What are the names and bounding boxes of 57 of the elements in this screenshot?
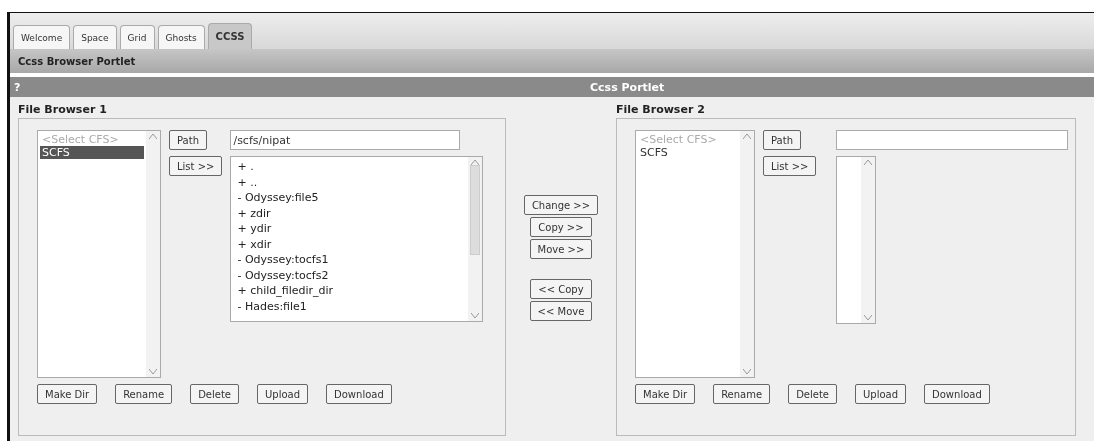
action-button[interactable]: Download <box>924 384 990 404</box>
action-button[interactable]: Upload <box>257 384 309 404</box>
scroll-thumb[interactable] <box>470 165 481 255</box>
file-item[interactable]: - Hades:file1 <box>233 298 467 314</box>
tab[interactable]: CCSS <box>207 23 253 49</box>
path-button[interactable]: Path <box>763 130 801 150</box>
cfs-option[interactable]: SCFS <box>40 146 144 159</box>
action-button[interactable]: Make Dir <box>37 384 98 404</box>
file-item[interactable]: + . <box>233 159 467 175</box>
scrollbar[interactable] <box>740 131 754 377</box>
browser-title: File Browser 2 <box>616 103 706 118</box>
action-button[interactable]: Upload <box>855 384 907 404</box>
transfer-button[interactable]: << Copy <box>530 279 592 299</box>
cfs-option[interactable]: SCFS <box>638 146 738 159</box>
transfer-button[interactable]: Move >> <box>529 239 593 259</box>
file-item[interactable]: + ydir <box>233 221 467 237</box>
tab[interactable]: Welcome <box>13 25 71 49</box>
portlet-header-title: Ccss Portlet <box>590 80 665 94</box>
scroll-down-icon[interactable] <box>743 369 751 374</box>
path-field[interactable]: /scfs/nipat <box>230 130 461 150</box>
file-item[interactable]: - Odyssey:tocfs1 <box>233 252 467 268</box>
file-item[interactable]: + xdir <box>233 236 467 252</box>
scroll-up-icon[interactable] <box>864 160 873 165</box>
tab[interactable]: Grid <box>119 25 155 49</box>
scroll-up-icon[interactable] <box>149 134 157 139</box>
portlet-title: Ccss Browser Portlet <box>18 55 136 67</box>
browser-title: File Browser 1 <box>18 103 108 118</box>
action-button[interactable]: Make Dir <box>635 384 696 404</box>
list-button[interactable]: List >> <box>763 156 817 176</box>
scroll-down-icon[interactable] <box>149 369 157 374</box>
list-button[interactable]: List >> <box>169 156 223 176</box>
action-button[interactable]: Delete <box>190 384 239 404</box>
tab[interactable]: Ghosts <box>157 25 205 49</box>
transfer-button[interactable]: Change >> <box>523 195 599 215</box>
file-listbox[interactable]: + . + .. - Odyssey:file5 + zdir + ydir + xdir - Odyssey:tocfs1 - Odyssey:tocfs2 + child_filedir_dir - Hades:file1 <box>230 156 484 322</box>
action-button[interactable]: Rename <box>713 384 771 404</box>
scroll-up-icon[interactable] <box>471 160 480 165</box>
scrollbar[interactable] <box>861 157 876 323</box>
path-field[interactable] <box>836 130 1069 150</box>
action-button[interactable]: Rename <box>115 384 173 404</box>
scrollbar[interactable] <box>146 131 160 377</box>
file-item[interactable]: + zdir <box>233 205 467 221</box>
path-button[interactable]: Path <box>169 130 207 150</box>
file-listbox[interactable] <box>836 156 877 324</box>
file-item[interactable]: + .. <box>233 174 467 190</box>
scrollbar[interactable] <box>468 157 483 321</box>
file-item[interactable]: + child_filedir_dir <box>233 283 467 299</box>
transfer-button[interactable]: << Move <box>529 301 593 321</box>
file-item[interactable]: - Odyssey:tocfs2 <box>233 267 467 283</box>
action-button[interactable]: Delete <box>788 384 837 404</box>
tab[interactable]: Space <box>73 25 117 49</box>
scroll-up-icon[interactable] <box>743 134 751 139</box>
scroll-down-icon[interactable] <box>864 315 873 320</box>
file-item[interactable]: - Odyssey:file5 <box>233 190 467 206</box>
transfer-button[interactable]: Copy >> <box>530 217 592 237</box>
scroll-down-icon[interactable] <box>471 313 480 318</box>
action-button[interactable]: Download <box>326 384 392 404</box>
